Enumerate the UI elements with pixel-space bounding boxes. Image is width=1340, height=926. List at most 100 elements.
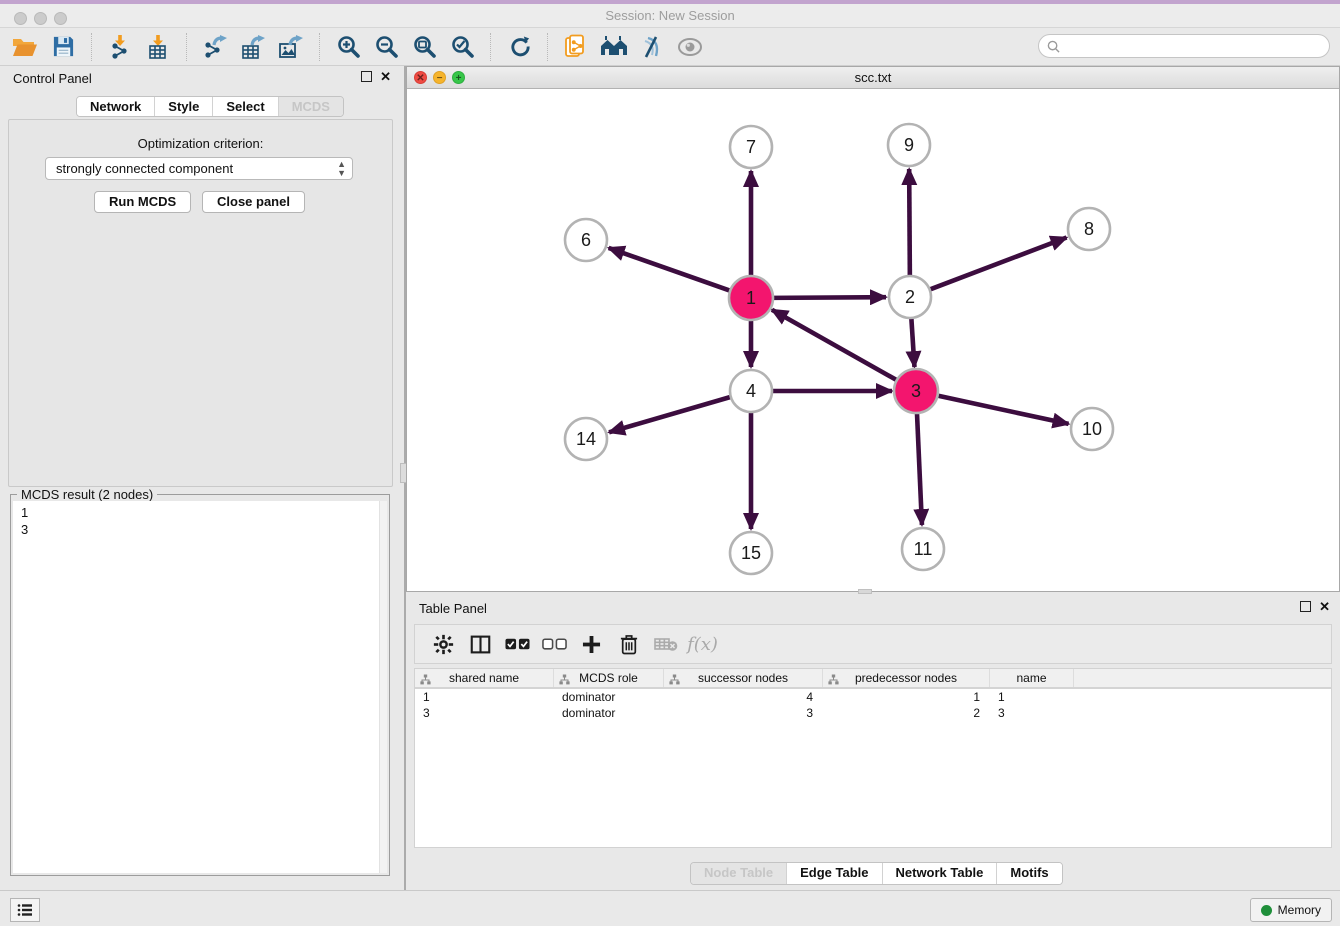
table-cell[interactable]: 2 <box>823 705 990 721</box>
tab-node-table[interactable]: Node Table <box>691 863 787 884</box>
edge-2-8[interactable] <box>930 238 1067 290</box>
hierarchy-icon <box>669 674 680 688</box>
tab-edge-table[interactable]: Edge Table <box>787 863 882 884</box>
zoom-out-icon[interactable] <box>367 31 405 63</box>
horizontal-splitter-grip[interactable] <box>858 589 872 594</box>
edge-4-14[interactable] <box>609 397 731 432</box>
graph-node-7[interactable]: 7 <box>730 126 772 168</box>
table-cell[interactable]: 3 <box>990 705 1074 721</box>
export-network-icon[interactable] <box>196 31 234 63</box>
column-header-MCDS-role[interactable]: MCDS role <box>554 669 664 687</box>
refresh-icon[interactable] <box>500 31 538 63</box>
float-panel-icon[interactable] <box>361 71 372 82</box>
table-cell[interactable]: 4 <box>664 689 823 705</box>
control-panel-title: Control Panel <box>13 71 92 86</box>
svg-text:11: 11 <box>914 539 933 559</box>
close-panel-button[interactable]: Close panel <box>202 191 305 213</box>
trash-icon[interactable] <box>610 629 647 659</box>
hierarchy-icon <box>559 674 570 688</box>
table-cell[interactable]: dominator <box>554 705 664 721</box>
tab-mcds[interactable]: MCDS <box>279 97 343 116</box>
list-icon <box>17 903 33 917</box>
graph-node-11[interactable]: 11 <box>902 528 944 570</box>
column-header-name[interactable]: name <box>990 669 1074 687</box>
graph-node-9[interactable]: 9 <box>888 124 930 166</box>
import-table-icon[interactable] <box>139 31 177 63</box>
float-table-panel-icon[interactable] <box>1300 601 1311 612</box>
control-panel-tabs: NetworkStyleSelectMCDS <box>76 96 344 117</box>
table-cell[interactable]: 3 <box>664 705 823 721</box>
edge-1-2[interactable] <box>772 297 886 298</box>
tab-style[interactable]: Style <box>155 97 213 116</box>
zoom-fit-icon[interactable] <box>405 31 443 63</box>
toolbar-separator <box>490 33 491 61</box>
main-toolbar <box>0 28 1340 66</box>
graph-node-6[interactable]: 6 <box>565 219 607 261</box>
graph-node-8[interactable]: 8 <box>1068 208 1110 250</box>
mcds-result-text[interactable]: 1 3 <box>13 501 381 873</box>
graph-node-14[interactable]: 14 <box>565 418 607 460</box>
edge-2-3[interactable] <box>911 318 914 367</box>
tab-motifs[interactable]: Motifs <box>997 863 1061 884</box>
task-history-button[interactable] <box>10 898 40 922</box>
columns-icon[interactable] <box>462 629 499 659</box>
table-cell[interactable]: 1 <box>990 689 1074 705</box>
edge-3-11[interactable] <box>917 412 922 525</box>
search-input[interactable] <box>1065 38 1315 54</box>
eye-icon[interactable] <box>671 31 709 63</box>
select-all-icon[interactable] <box>499 629 536 659</box>
svg-text:8: 8 <box>1084 219 1094 239</box>
open-icon[interactable] <box>6 31 44 63</box>
node-table[interactable]: shared nameMCDS role successor nodes prede… <box>414 668 1332 848</box>
column-label: predecessor nodes <box>855 671 957 685</box>
tab-network-table[interactable]: Network Table <box>883 863 998 884</box>
clone-network-icon[interactable] <box>557 31 595 63</box>
column-label: successor nodes <box>698 671 788 685</box>
table-row[interactable]: 3dominator323 <box>415 705 1331 721</box>
close-panel-icon[interactable]: ✕ <box>380 71 391 82</box>
graph-node-1[interactable]: 1 <box>729 276 773 320</box>
search-field[interactable] <box>1038 34 1330 58</box>
control-panel: Control Panel ✕ NetworkStyleSelectMCDS O… <box>0 66 401 890</box>
tab-network[interactable]: Network <box>77 97 155 116</box>
hide-details-icon[interactable] <box>633 31 671 63</box>
graph-node-15[interactable]: 15 <box>730 532 772 574</box>
edge-2-9[interactable] <box>909 169 910 276</box>
network-graph[interactable]: 7 9 6 8 1 2 4 3 14 10 15 11 <box>407 89 1339 591</box>
zoom-in-icon[interactable] <box>329 31 367 63</box>
edge-1-6[interactable] <box>609 248 732 291</box>
table-row[interactable]: 1dominator411 <box>415 689 1331 705</box>
column-header-predecessor-nodes[interactable]: predecessor nodes <box>823 669 990 687</box>
edge-3-10[interactable] <box>937 395 1069 424</box>
column-header-shared-name[interactable]: shared name <box>415 669 554 687</box>
optimization-criterion-dropdown[interactable]: strongly connected component ▲▼ <box>45 157 353 180</box>
column-header-successor-nodes[interactable]: successor nodes <box>664 669 823 687</box>
run-mcds-button[interactable]: Run MCDS <box>94 191 191 213</box>
save-icon[interactable] <box>44 31 82 63</box>
memory-button[interactable]: Memory <box>1250 898 1332 922</box>
add-icon[interactable] <box>573 629 610 659</box>
home-icon[interactable] <box>595 31 633 63</box>
unselect-all-icon[interactable] <box>536 629 573 659</box>
tab-select[interactable]: Select <box>213 97 278 116</box>
export-image-icon[interactable] <box>272 31 310 63</box>
table-cell[interactable]: 1 <box>823 689 990 705</box>
result-scrollbar[interactable] <box>379 501 387 873</box>
table-cell[interactable]: dominator <box>554 689 664 705</box>
graph-node-10[interactable]: 10 <box>1071 408 1113 450</box>
import-network-icon[interactable] <box>101 31 139 63</box>
table-tabs: Node TableEdge TableNetwork TableMotifs <box>690 862 1063 885</box>
chevron-up-down-icon: ▲▼ <box>337 160 346 178</box>
table-cell[interactable]: 3 <box>415 705 554 721</box>
network-window-titlebar[interactable]: ✕ − + scc.txt <box>407 67 1339 89</box>
close-table-panel-icon[interactable]: ✕ <box>1319 601 1330 612</box>
graph-node-4[interactable]: 4 <box>730 370 772 412</box>
zoom-selected-icon[interactable] <box>443 31 481 63</box>
export-table-icon[interactable] <box>234 31 272 63</box>
gear-icon[interactable] <box>425 629 462 659</box>
network-canvas[interactable]: 7 9 6 8 1 2 4 3 14 10 15 11 <box>407 89 1339 591</box>
table-cell[interactable]: 1 <box>415 689 554 705</box>
graph-node-3[interactable]: 3 <box>894 369 938 413</box>
edge-3-1[interactable] <box>772 310 898 381</box>
graph-node-2[interactable]: 2 <box>889 276 931 318</box>
